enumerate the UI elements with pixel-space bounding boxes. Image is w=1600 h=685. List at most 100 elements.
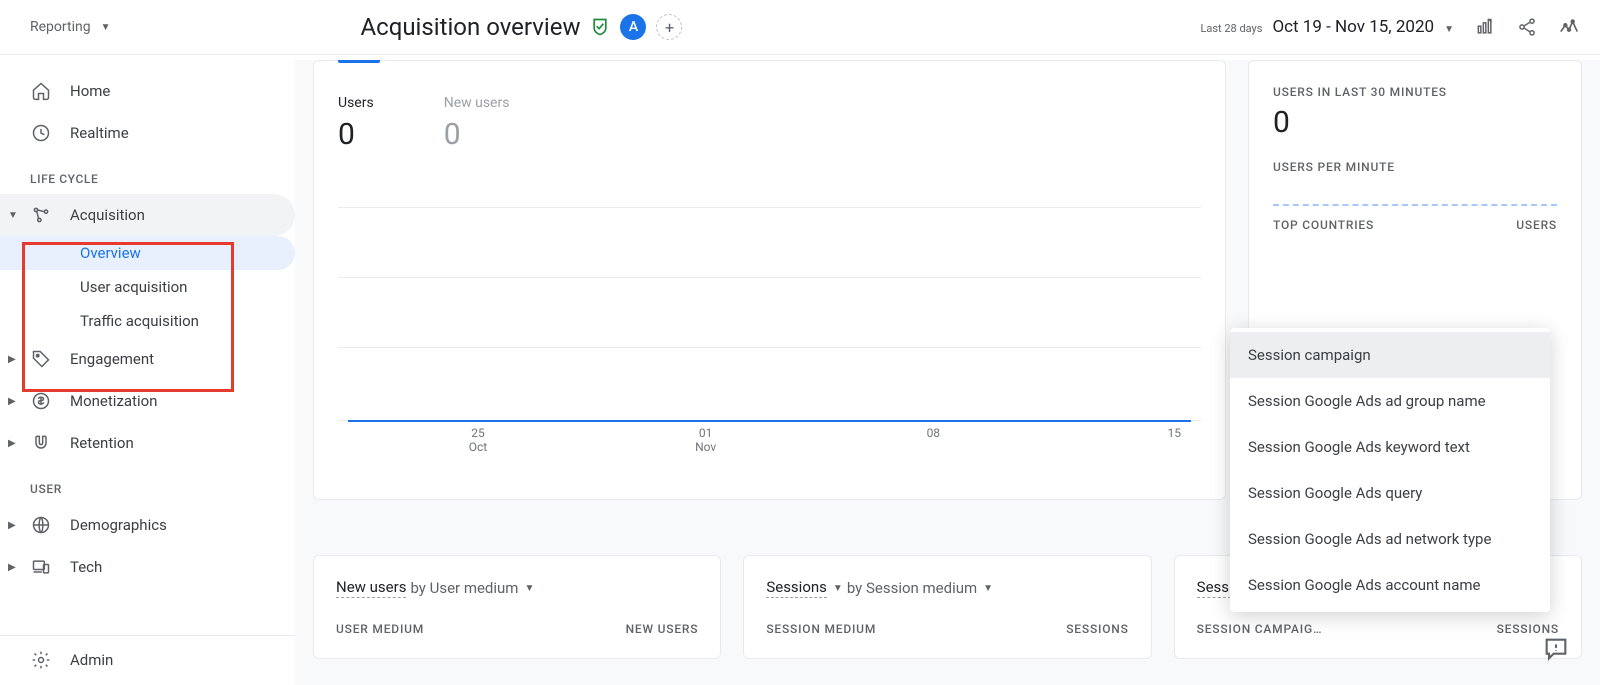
left-nav: Home Realtime LIFE CYCLE ▼ Acquisition O… (0, 55, 295, 685)
chevron-down-icon[interactable]: ▼ (524, 583, 534, 594)
col-header-left: USER MEDIUM (336, 622, 424, 636)
reporting-label: Reporting (30, 19, 91, 35)
chart-x-axis: 25Oct 01Nov 08 15 (458, 426, 1181, 454)
insights-icon[interactable] (1558, 16, 1580, 38)
nav-monetization-label: Monetization (70, 392, 157, 410)
dimension-label: by Session medium (847, 579, 977, 597)
dollar-circle-icon (30, 390, 52, 412)
chevron-right-icon: ▶ (8, 354, 16, 365)
nav-realtime[interactable]: Realtime (0, 112, 295, 154)
devices-icon (30, 556, 52, 578)
nav-tech-label: Tech (70, 558, 102, 576)
axis-tick: 25 (458, 426, 498, 440)
page-title-group: Acquisition overview A + (360, 13, 682, 41)
new-users-by-medium-card: New users by User medium ▼ USER MEDIUM N… (313, 555, 721, 659)
top-header: Reporting ▼ Acquisition overview A + Las… (0, 0, 1600, 55)
metric-tab-users[interactable]: Users 0 (338, 95, 374, 152)
col-header-left: SESSION MEDIUM (766, 622, 876, 636)
dimension-dropdown-menu: Session campaign Session Google Ads ad g… (1230, 328, 1550, 612)
menu-item[interactable]: Session Google Ads keyword text (1230, 424, 1550, 470)
nav-retention[interactable]: ▶ Retention (0, 422, 295, 464)
metric-tab-new-users[interactable]: New users 0 (444, 95, 510, 152)
nav-engagement-label: Engagement (70, 350, 154, 368)
share-icon[interactable] (1516, 16, 1538, 38)
metric-newusers-label: New users (444, 95, 510, 111)
clock-icon (30, 122, 52, 144)
gear-icon (30, 649, 52, 671)
axis-tick: 08 (913, 426, 953, 440)
col-header-right: SESSIONS (1497, 622, 1559, 636)
chevron-down-icon[interactable]: ▼ (983, 583, 993, 594)
axis-tick-minor: Nov (686, 440, 726, 454)
chevron-down-icon: ▼ (8, 210, 18, 221)
axis-tick: 01 (686, 426, 726, 440)
chevron-right-icon: ▶ (8, 562, 16, 573)
chevron-right-icon: ▶ (8, 438, 16, 449)
verified-shield-icon[interactable] (590, 17, 610, 37)
audience-chip[interactable]: A (620, 14, 646, 40)
nav-acquisition-label: Acquisition (70, 206, 145, 224)
date-range-text: Oct 19 - Nov 15, 2020 (1272, 17, 1434, 37)
nav-user-acquisition[interactable]: User acquisition (0, 270, 295, 304)
reporting-dropdown[interactable]: Reporting ▼ (30, 19, 110, 35)
metric-newusers-value: 0 (444, 117, 510, 152)
nav-demographics-label: Demographics (70, 516, 167, 534)
menu-item[interactable]: Session Google Ads account name (1230, 562, 1550, 608)
metric-selector[interactable]: Sessions (766, 578, 827, 598)
chevron-right-icon: ▶ (8, 396, 16, 407)
add-comparison-button[interactable]: + (656, 14, 682, 40)
nav-traffic-acquisition[interactable]: Traffic acquisition (0, 304, 295, 338)
users-30min-label: USERS IN LAST 30 MINUTES (1273, 85, 1557, 99)
chevron-right-icon: ▶ (8, 520, 16, 531)
users-chart-card: Users 0 New users 0 25Oct 01Nov 08 (313, 60, 1226, 500)
divider (1273, 204, 1557, 206)
date-range-selector[interactable]: Last 28 days Oct 19 - Nov 15, 2020 ▼ (1200, 17, 1454, 37)
axis-tick-minor: Oct (458, 440, 498, 454)
nav-tech[interactable]: ▶ Tech (0, 546, 295, 588)
col-header-right: SESSIONS (1066, 622, 1128, 636)
users-per-minute-label: USERS PER MINUTE (1273, 160, 1557, 174)
nav-acquisition[interactable]: ▼ Acquisition (0, 194, 295, 236)
nav-engagement[interactable]: ▶ Engagement (0, 338, 295, 380)
metric-selector[interactable]: New users (336, 578, 406, 598)
nav-admin[interactable]: Admin (0, 635, 295, 683)
chevron-down-icon: ▼ (1444, 24, 1454, 35)
users-col-header: USERS (1516, 218, 1557, 232)
active-tab-indicator (338, 60, 380, 63)
date-preset-label: Last 28 days (1200, 22, 1262, 35)
col-header-right: NEW USERS (626, 622, 699, 636)
nav-realtime-label: Realtime (70, 124, 129, 142)
metric-users-label: Users (338, 95, 374, 111)
menu-item[interactable]: Session Google Ads ad group name (1230, 378, 1550, 424)
menu-item[interactable]: Session Google Ads ad network type (1230, 516, 1550, 562)
nav-demographics[interactable]: ▶ Demographics (0, 504, 295, 546)
metric-users-value: 0 (338, 117, 374, 152)
sessions-by-medium-card: Sessions ▼ by Session medium ▼ SESSION M… (743, 555, 1151, 659)
feedback-button[interactable] (1542, 635, 1572, 663)
magnet-icon (30, 432, 52, 454)
nav-home[interactable]: Home (0, 70, 295, 112)
menu-item[interactable]: Session campaign (1230, 332, 1550, 378)
top-countries-header: TOP COUNTRIES (1273, 218, 1374, 232)
globe-icon (30, 514, 52, 536)
col-header-left: SESSION CAMPAIG… (1197, 622, 1323, 636)
chevron-down-icon[interactable]: ▼ (833, 583, 843, 594)
edit-report-icon[interactable] (1474, 16, 1496, 38)
dimension-label: by User medium (410, 579, 518, 597)
chart-line-series (348, 420, 1191, 422)
nav-acquisition-overview[interactable]: Overview (0, 236, 295, 270)
nav-retention-label: Retention (70, 434, 134, 452)
section-user: USER (0, 464, 295, 504)
nav-admin-label: Admin (70, 651, 113, 669)
nav-monetization[interactable]: ▶ Monetization (0, 380, 295, 422)
axis-tick: 15 (1141, 426, 1181, 440)
acquisition-icon (30, 204, 52, 226)
section-life-cycle: LIFE CYCLE (0, 154, 295, 194)
chevron-down-icon: ▼ (101, 22, 111, 33)
menu-item[interactable]: Session Google Ads query (1230, 470, 1550, 516)
tag-icon (30, 348, 52, 370)
nav-home-label: Home (70, 82, 110, 100)
home-icon (30, 80, 52, 102)
users-line-chart: 25Oct 01Nov 08 15 (338, 182, 1201, 442)
users-30min-value: 0 (1273, 105, 1557, 140)
